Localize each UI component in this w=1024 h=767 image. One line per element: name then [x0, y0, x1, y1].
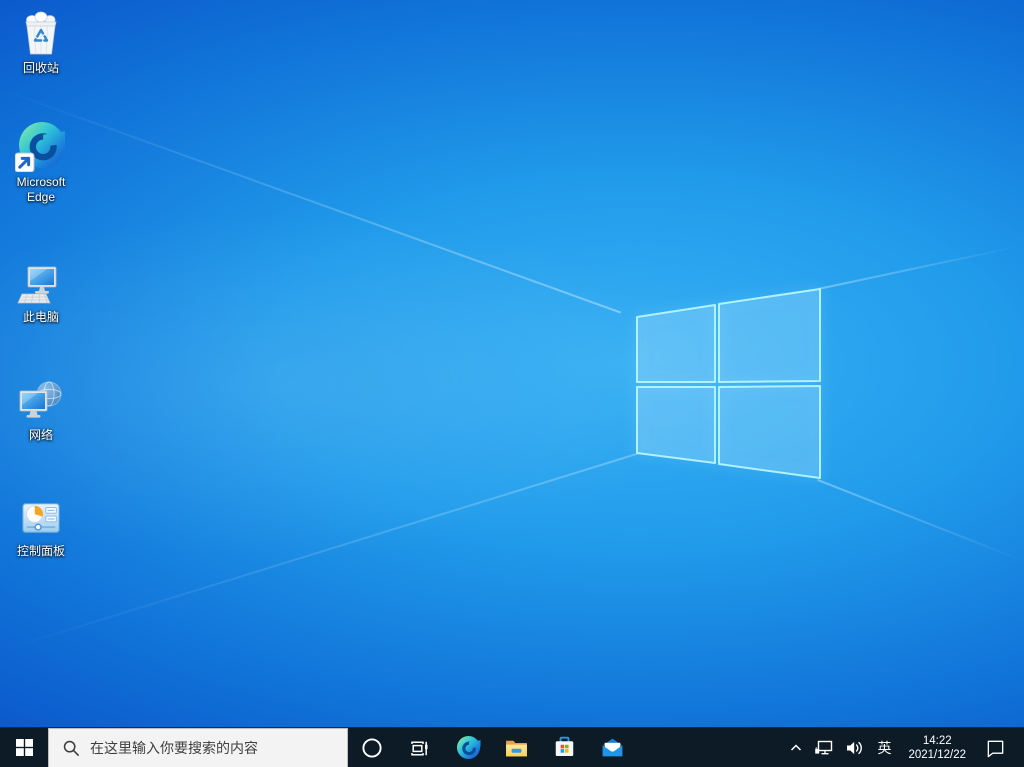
taskbar-search-box[interactable]: [48, 728, 348, 767]
desktop-icon-column: 回收站 Microsoft Edge 此电脑 网络 控制面板: [2, 2, 80, 573]
control-panel-icon: [18, 489, 64, 541]
windows-logo-icon: [636, 288, 821, 479]
recycle-bin-icon: [17, 6, 65, 58]
search-icon: [63, 740, 79, 756]
desktop-icon-recycle-bin[interactable]: 回收站: [2, 6, 80, 76]
desktop-icon-label: Microsoft Edge: [16, 175, 66, 204]
desktop-icon-control-panel[interactable]: 控制面板: [2, 489, 80, 559]
search-input[interactable]: [90, 740, 340, 756]
task-view-icon: [411, 741, 428, 755]
network-globe-icon: [17, 373, 65, 425]
taskbar-app-mail[interactable]: [588, 728, 636, 767]
edge-icon: [15, 120, 67, 172]
desktop-icon-this-pc[interactable]: 此电脑: [2, 255, 80, 325]
desktop-icon-label: 回收站: [22, 61, 59, 75]
system-tray: 英 14:22 2021/12/22: [783, 728, 1024, 767]
desktop-wallpaper: [0, 0, 1024, 727]
desktop-icon-label: 网络: [28, 428, 53, 442]
speaker-icon: [847, 741, 863, 754]
network-status-button[interactable]: [809, 728, 839, 767]
action-center-icon: [987, 740, 1004, 758]
shortcut-arrow-icon: [15, 152, 35, 172]
taskbar: 英 14:22 2021/12/22: [0, 727, 1024, 767]
taskbar-app-task-view[interactable]: [396, 728, 444, 767]
taskbar-app-file-explorer[interactable]: [492, 728, 540, 767]
cortana-circle-icon: [362, 737, 382, 758]
light-ray: [0, 452, 639, 652]
desktop-icon-label: 此电脑: [22, 310, 59, 324]
store-bag-icon: [555, 736, 573, 757]
volume-button[interactable]: [839, 728, 869, 767]
windows-desktop: 回收站 Microsoft Edge 此电脑 网络 控制面板 在这里输入你要搜索…: [0, 0, 1024, 767]
taskbar-app-edge[interactable]: [444, 728, 492, 767]
light-ray: [817, 479, 1024, 563]
taskbar-app-cortana[interactable]: [348, 728, 396, 767]
mail-envelope-icon: [602, 738, 622, 757]
clock-date: 2021/12/22: [908, 748, 966, 761]
edge-icon: [456, 735, 481, 760]
desktop-icon-label: 控制面板: [16, 544, 65, 558]
input-language-indicator[interactable]: 英: [869, 728, 899, 767]
start-button[interactable]: [0, 728, 48, 767]
show-hidden-icons-button[interactable]: [783, 728, 809, 767]
desktop-icon-network[interactable]: 网络: [2, 373, 80, 443]
input-language-label: 英: [877, 739, 892, 756]
desktop-icon-microsoft-edge[interactable]: Microsoft Edge: [2, 120, 80, 205]
ethernet-icon: [815, 740, 833, 754]
folder-icon: [505, 740, 527, 757]
light-ray: [0, 88, 621, 314]
chevron-up-icon: [791, 743, 802, 751]
light-ray: [818, 244, 1022, 290]
clock-time: 14:22: [922, 734, 952, 747]
clock-button[interactable]: 14:22 2021/12/22: [899, 728, 975, 767]
windows-start-icon: [15, 739, 33, 756]
computer-icon: [17, 255, 65, 307]
taskbar-app-microsoft-store[interactable]: [540, 728, 588, 767]
action-center-button[interactable]: [975, 728, 1016, 767]
